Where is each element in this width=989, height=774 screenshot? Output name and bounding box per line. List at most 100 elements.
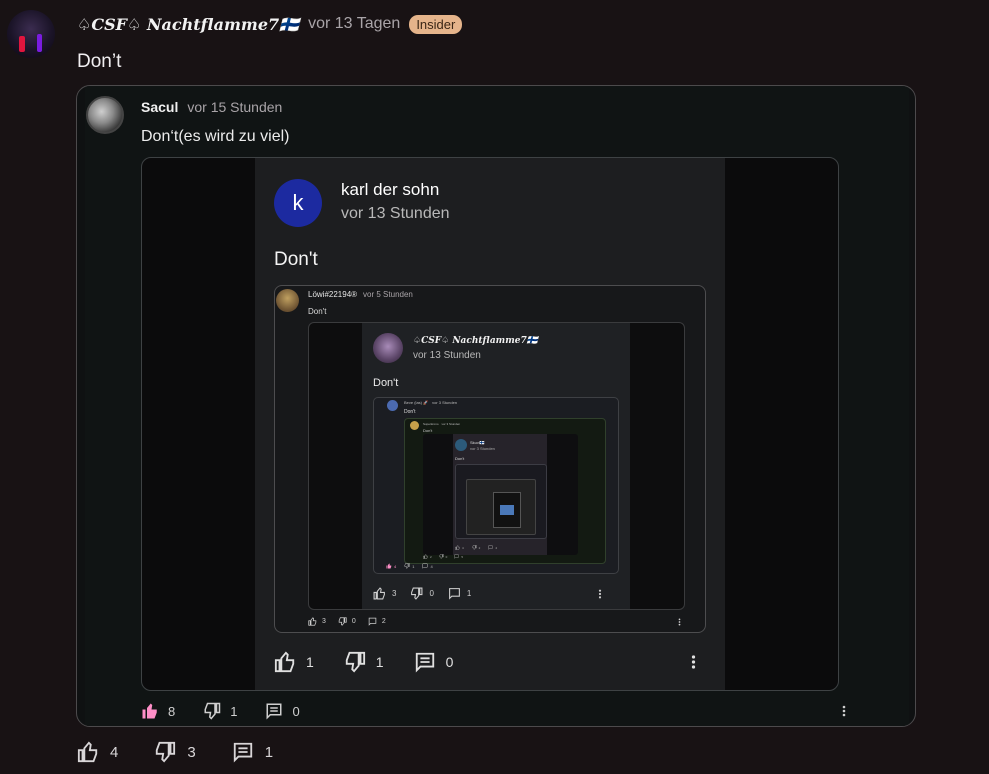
comment-icon <box>415 652 434 673</box>
reply-button: 5 <box>454 554 463 559</box>
avatar <box>387 400 398 411</box>
more-vertical-icon <box>599 589 602 598</box>
dislike-count: 0 <box>445 554 448 559</box>
timestamp: vor 3 Stunden <box>470 446 495 451</box>
thumbs-down-icon <box>338 617 347 626</box>
dislike-count: 1 <box>375 654 384 670</box>
author-name: ♤CSF♤ 𝑵𝒂𝒄𝒉𝒕𝒇𝒍𝒂𝒎𝒎𝒆7🇫🇮 <box>413 336 538 346</box>
thumbs-up-icon <box>423 554 428 559</box>
timestamp: vor 13 Stunden <box>413 350 481 361</box>
comment-text: Don't <box>404 409 416 415</box>
like-button[interactable]: 4 <box>77 741 118 763</box>
comment-icon <box>266 703 282 720</box>
thumbs-up-icon <box>386 563 392 569</box>
thumbs-down-icon <box>156 741 176 763</box>
timestamp: vor 5 Stunden <box>363 290 413 299</box>
reply-count: 0 <box>292 703 300 719</box>
like-count: 3 <box>392 589 397 598</box>
thumbs-down-icon <box>439 554 444 559</box>
reply-count: 1 <box>264 743 274 761</box>
more-button <box>678 617 681 626</box>
like-count: 4 <box>110 743 119 761</box>
comment-text: Don‘t(es wird zu viel) <box>141 128 290 145</box>
nested-screenshot <box>466 479 536 535</box>
avatar-decor <box>19 36 25 52</box>
author-name: karl der sohn <box>341 180 440 199</box>
thumbs-up-icon <box>77 741 98 763</box>
like-button: 3 <box>373 587 396 600</box>
avatar <box>455 439 467 451</box>
thumbs-up-icon <box>308 617 317 626</box>
comment-actions: 2 0 5 <box>423 554 463 559</box>
image-thumbnail <box>500 505 514 515</box>
more-vertical-icon <box>842 705 846 717</box>
avatar <box>410 421 419 430</box>
dislike-button: 0 <box>410 587 434 600</box>
timestamp: vor 15 Stunden <box>187 99 283 115</box>
dislike-button: 0 <box>338 617 356 626</box>
comment-text: Don't <box>274 249 318 270</box>
author-name[interactable]: ♤CSF♤ 𝑵𝒂𝒄𝒉𝒕𝒇𝒍𝒂𝒎𝒎𝒆7🇫🇮 <box>77 15 299 34</box>
comment-header: ♤CSF♤ 𝑵𝒂𝒄𝒉𝒕𝒇𝒍𝒂𝒎𝒎𝒆7🇫🇮 vor 13 Tagen Inside… <box>77 13 463 35</box>
timestamp: vor 3 Stunden <box>432 400 458 405</box>
reply-button[interactable]: 1 <box>232 741 273 763</box>
reply-count: 4 <box>430 563 433 569</box>
insider-badge: Insider <box>409 14 463 34</box>
comment-actions: 4 1 4 <box>386 563 433 569</box>
attached-screenshot <box>455 464 547 539</box>
reply-count: 1 <box>466 589 472 598</box>
dislike-button[interactable]: 3 <box>154 741 196 763</box>
dislike-count: 0 <box>351 618 356 625</box>
comment-text: Don't <box>373 377 399 389</box>
author-name: Sacul <box>141 99 179 115</box>
more-button <box>598 589 602 599</box>
reply-count: 4 <box>495 545 498 550</box>
thumbs-down-icon <box>345 651 365 673</box>
avatar-decor <box>37 34 42 52</box>
comment-actions: 4 3 1 <box>77 741 273 763</box>
dislike-button: 1 <box>404 563 414 569</box>
timestamp: vor 13 Stunden <box>341 205 450 222</box>
timestamp[interactable]: vor 13 Tagen <box>308 15 400 33</box>
like-button: 4 <box>455 545 464 550</box>
thumbs-up-icon <box>274 651 295 673</box>
comment-text: Don't <box>423 428 433 433</box>
reply-button: 2 <box>368 617 386 626</box>
thumbs-up-icon <box>373 587 385 600</box>
dislike-count: 3 <box>187 743 196 761</box>
dislike-count: 1 <box>230 703 238 719</box>
avatar[interactable] <box>7 10 55 58</box>
reply-button: 1 <box>448 587 471 600</box>
comment-icon <box>233 742 252 763</box>
avatar <box>86 96 124 134</box>
dislike-button: 0 <box>439 554 448 559</box>
avatar: k <box>274 179 322 227</box>
reply-count: 0 <box>445 654 454 670</box>
like-count: 3 <box>322 618 326 625</box>
reply-button: 4 <box>422 563 433 569</box>
reply-button: 4 <box>488 545 497 550</box>
dislike-button: 1 <box>203 702 237 720</box>
comment-header: Beve (las) 🚀 vor 3 Stunden <box>404 400 457 405</box>
comment-icon <box>488 545 493 550</box>
comment-actions: 3 0 2 <box>308 617 681 626</box>
like-button: 8 <box>141 702 175 720</box>
comment-icon <box>368 617 377 626</box>
like-button: 2 <box>423 554 432 559</box>
comment-icon <box>448 588 460 600</box>
timestamp: vor 3 Stunden <box>441 422 461 426</box>
reply-count: 5 <box>461 554 464 559</box>
comment-icon <box>422 563 428 569</box>
thumbs-up-icon <box>455 545 460 550</box>
like-button: 3 <box>308 617 326 626</box>
comment-actions: 4 2 4 <box>455 545 497 550</box>
nested-screenshot <box>493 492 521 528</box>
dislike-count: 1 <box>412 563 415 569</box>
comment-text: Don’t <box>77 51 122 72</box>
thumbs-down-icon <box>404 563 410 569</box>
comment-actions: 3 0 1 <box>373 587 602 600</box>
more-button <box>691 654 696 670</box>
like-count: 4 <box>394 563 397 569</box>
more-button <box>842 704 846 718</box>
thumbs-down-icon <box>204 702 221 720</box>
